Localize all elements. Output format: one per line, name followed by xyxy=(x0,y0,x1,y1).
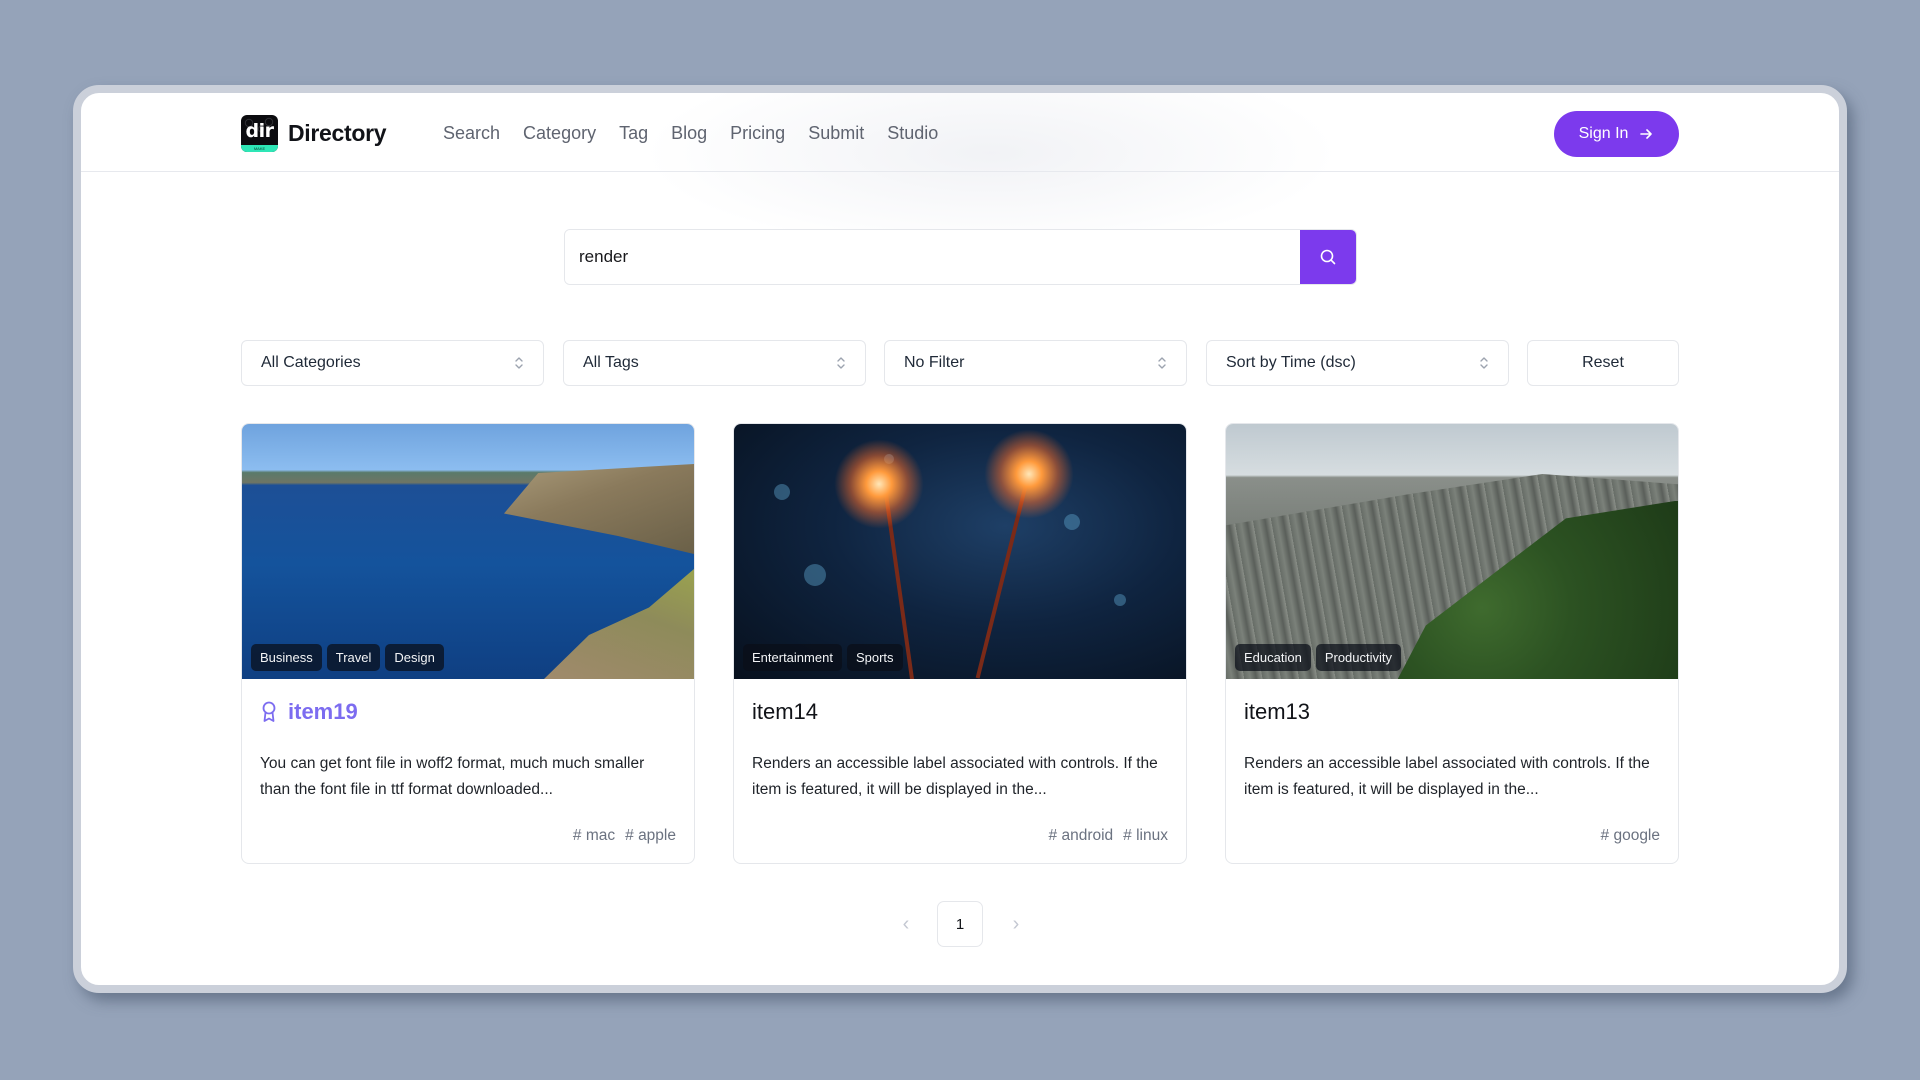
nav-pricing[interactable]: Pricing xyxy=(730,120,785,146)
category-badge[interactable]: Sports xyxy=(846,644,903,671)
nav-category[interactable]: Category xyxy=(523,120,596,146)
card-title-text: item19 xyxy=(288,699,358,724)
search-button[interactable] xyxy=(1300,230,1356,284)
item-card[interactable]: Entertainment Sports item14 Renders an a… xyxy=(733,423,1187,864)
main-nav: Search Category Tag Blog Pricing Submit … xyxy=(443,120,938,146)
card-body: item19 You can get font file in woff2 fo… xyxy=(242,679,694,863)
sort-select[interactable]: Sort by Time (dsc) xyxy=(1206,340,1509,386)
reset-button[interactable]: Reset xyxy=(1527,340,1679,386)
tag-link[interactable]: # apple xyxy=(625,827,676,845)
item-card[interactable]: Business Travel Design item19 You can ge… xyxy=(241,423,695,864)
card-tags: # mac # apple xyxy=(573,827,676,845)
category-badge[interactable]: Business xyxy=(251,644,322,671)
tag-link[interactable]: # android xyxy=(1049,827,1114,845)
category-badge[interactable]: Entertainment xyxy=(743,644,842,671)
filter-select-value: No Filter xyxy=(904,354,965,371)
sort-select-value: Sort by Time (dsc) xyxy=(1226,354,1356,371)
card-description: Renders an accessible label associated w… xyxy=(752,755,1158,798)
nav-tag[interactable]: Tag xyxy=(619,120,648,146)
card-image[interactable]: Entertainment Sports xyxy=(734,424,1186,679)
chevron-up-down-icon xyxy=(515,357,523,369)
site-header: dir MAKE Directory Search Category Tag B… xyxy=(81,93,1839,172)
sign-in-button[interactable]: Sign In xyxy=(1554,111,1679,157)
search-input[interactable] xyxy=(565,230,1300,284)
browser-frame: dir MAKE Directory Search Category Tag B… xyxy=(73,85,1847,993)
card-tags: # google xyxy=(1601,827,1660,845)
logo-mark-subtext: MAKE xyxy=(241,145,278,152)
mountain-cliff-image xyxy=(1226,424,1678,679)
sparklers-image xyxy=(734,424,1186,679)
nav-search[interactable]: Search xyxy=(443,120,500,146)
category-badge[interactable]: Productivity xyxy=(1315,644,1402,671)
chevron-up-down-icon xyxy=(1480,357,1488,369)
tag-link[interactable]: # mac xyxy=(573,827,615,845)
nav-studio[interactable]: Studio xyxy=(887,120,938,146)
coastline-image xyxy=(242,424,694,679)
card-title[interactable]: item13 xyxy=(1244,699,1310,725)
nav-submit[interactable]: Submit xyxy=(808,120,864,146)
award-badge-icon xyxy=(262,701,276,722)
card-title[interactable]: item19 xyxy=(260,699,358,725)
chevron-up-down-icon xyxy=(837,357,845,369)
sign-in-label: Sign In xyxy=(1578,125,1629,142)
previous-page-button[interactable]: ‹ xyxy=(891,901,921,947)
next-page-button[interactable]: › xyxy=(1001,901,1031,947)
category-badge[interactable]: Design xyxy=(385,644,444,671)
search-bar xyxy=(564,229,1357,285)
search-icon xyxy=(1320,249,1336,265)
pagination: ‹ 1 › xyxy=(81,901,1839,947)
card-title-text: item14 xyxy=(752,699,819,724)
tag-link[interactable]: # google xyxy=(1601,827,1660,845)
category-badge[interactable]: Education xyxy=(1235,644,1311,671)
card-image[interactable]: Education Productivity xyxy=(1226,424,1678,679)
logo-link[interactable]: dir MAKE Directory xyxy=(241,115,387,152)
card-tags: # android # linux xyxy=(1049,827,1168,845)
item-card[interactable]: Education Productivity item13 Renders an… xyxy=(1225,423,1679,864)
card-title[interactable]: item14 xyxy=(752,699,818,725)
card-image[interactable]: Business Travel Design xyxy=(242,424,694,679)
category-badge[interactable]: Travel xyxy=(326,644,381,671)
card-description: You can get font file in woff2 format, m… xyxy=(260,755,645,798)
card-title-text: item13 xyxy=(1244,699,1311,724)
card-description: Renders an accessible label associated w… xyxy=(1244,755,1650,798)
card-categories: Entertainment Sports xyxy=(743,644,903,671)
category-select[interactable]: All Categories xyxy=(241,340,544,386)
brand-name: Directory xyxy=(288,120,387,146)
chevron-up-down-icon xyxy=(1158,357,1166,369)
logo-mark-text: dir xyxy=(245,120,274,142)
card-body: item14 Renders an accessible label assoc… xyxy=(734,679,1186,863)
tags-select-value: All Tags xyxy=(583,354,639,371)
category-select-value: All Categories xyxy=(261,354,361,371)
card-body: item13 Renders an accessible label assoc… xyxy=(1226,679,1678,863)
tags-select[interactable]: All Tags xyxy=(563,340,866,386)
tag-link[interactable]: # linux xyxy=(1123,827,1168,845)
card-categories: Business Travel Design xyxy=(251,644,444,671)
filter-select[interactable]: No Filter xyxy=(884,340,1187,386)
nav-blog[interactable]: Blog xyxy=(671,120,707,146)
page-number-button[interactable]: 1 xyxy=(937,901,983,947)
card-categories: Education Productivity xyxy=(1235,644,1402,671)
arrow-right-icon xyxy=(1640,129,1653,139)
logo-icon: dir MAKE xyxy=(241,115,278,152)
